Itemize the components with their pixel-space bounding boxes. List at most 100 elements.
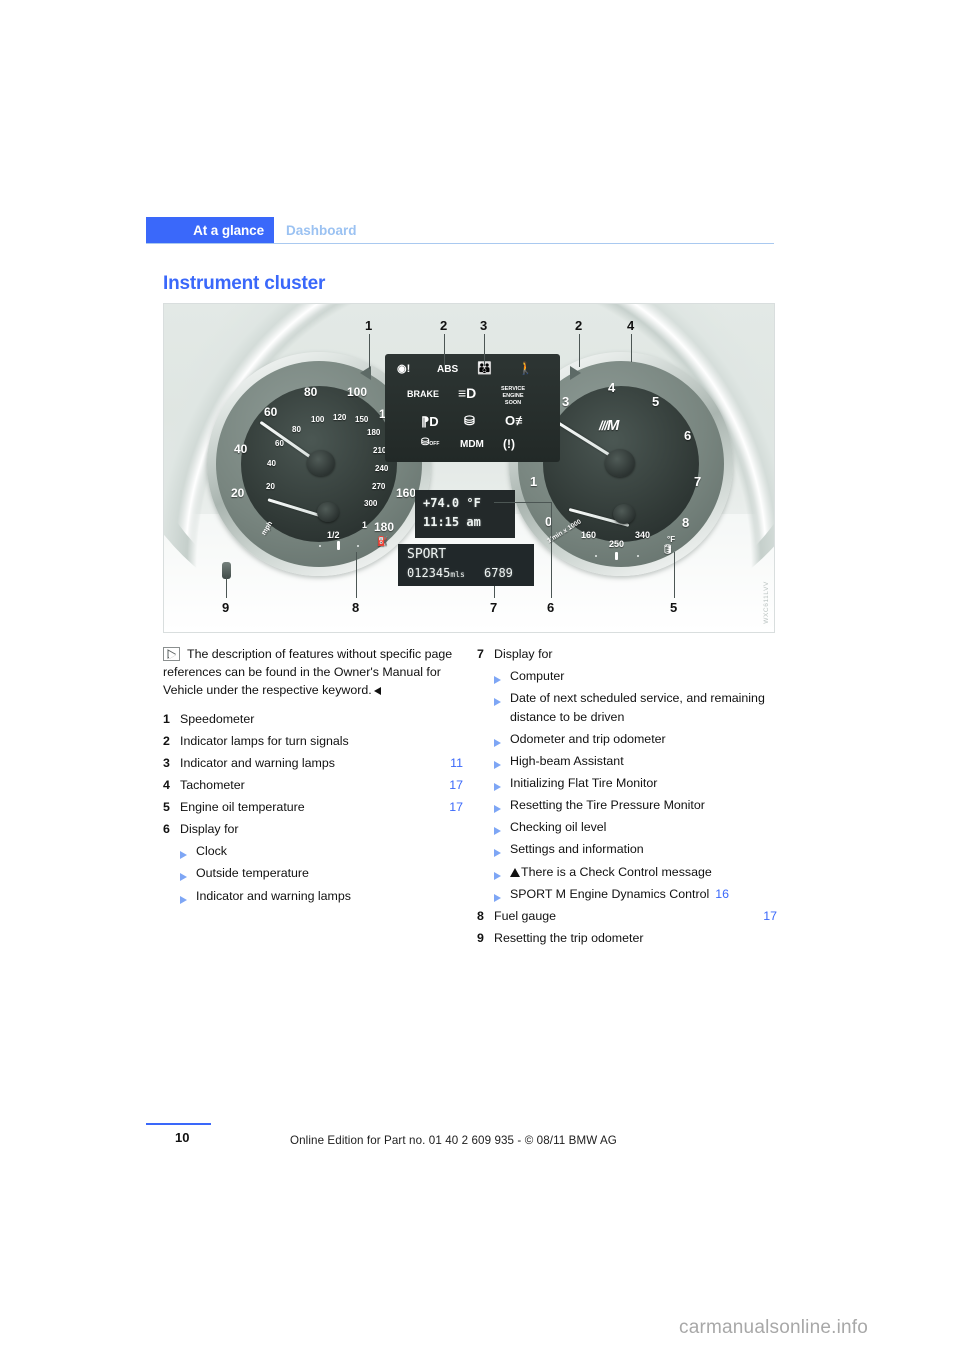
speedo-kmh-270: 270 xyxy=(372,482,386,491)
lamp-failure-icon: О≢ xyxy=(505,413,529,428)
oil-tick-340: 340 xyxy=(635,530,651,540)
footer-divider xyxy=(146,1123,211,1125)
tire-pressure-icon: (!) xyxy=(503,437,515,451)
list-item: 7 Display for xyxy=(477,645,777,664)
item-number: 3 xyxy=(163,755,170,770)
page-number: 10 xyxy=(175,1130,190,1145)
display-mode-odometer: SPORT 012345mls 6789 xyxy=(398,544,534,586)
oil-minor-dot-right xyxy=(637,555,639,557)
check-control-warning-icon xyxy=(510,867,520,877)
callout-number-9: 9 xyxy=(222,600,230,615)
item-label: Resetting the trip odometer xyxy=(494,930,644,945)
triangle-bullet-icon xyxy=(180,846,196,865)
right-content-column: 7 Display for Computer Date of next sche… xyxy=(477,645,777,951)
odometer-value: 012345mls xyxy=(407,566,465,580)
sub-list-item: High-beam Assistant xyxy=(494,752,777,771)
callout-line-7 xyxy=(494,586,496,598)
speedo-tick-60: 60 xyxy=(264,405,278,419)
sub-list-item: Indicator and warning lamps xyxy=(180,887,463,906)
triangle-bullet-icon xyxy=(494,889,510,908)
speedo-tick-20: 20 xyxy=(231,486,245,500)
speedo-kmh-300: 300 xyxy=(364,499,378,508)
speedometer-hub xyxy=(307,450,335,476)
item-number: 2 xyxy=(163,733,170,748)
item-label: Display for xyxy=(180,822,239,837)
triangle-bullet-icon xyxy=(494,822,510,841)
list-item: 5 Engine oil temperature 17 xyxy=(163,798,463,817)
brake-lamp: BRAKE xyxy=(407,389,440,399)
item-label: Fuel gauge xyxy=(494,908,557,923)
indicator-warning-lamp-panel: ◉! ABS 👪 🚶 BRAKE ≡D SERVICE ENGINE SOON ⁋D… xyxy=(385,354,560,462)
speedo-kmh-20: 20 xyxy=(266,482,275,491)
triangle-bullet-icon xyxy=(494,778,510,797)
dsc-icon: ⛁ xyxy=(464,413,475,428)
brake-warning-icon: ◉! xyxy=(397,363,411,375)
list-item: 1 Speedometer xyxy=(163,710,463,729)
tachometer-hub xyxy=(605,449,635,477)
sub-item-label: Outside temperature xyxy=(196,866,309,881)
triangle-bullet-icon xyxy=(494,867,510,886)
sub-list-item: Initializing Flat Tire Monitor xyxy=(494,774,777,793)
mdm-lamp: MDM xyxy=(460,439,484,450)
speedo-kmh-100: 100 xyxy=(311,415,325,424)
page-reference[interactable]: 17 xyxy=(763,907,777,926)
sub-item-label: SPORT M Engine Dynamics Control 16 xyxy=(510,885,777,904)
callout-line-9 xyxy=(226,576,228,598)
sub-list-item: Outside temperature xyxy=(180,864,463,883)
callout-line-5 xyxy=(674,552,676,598)
tach-tick-4: 4 xyxy=(608,380,616,395)
sub-item-text: SPORT M Engine Dynamics Control xyxy=(510,886,710,901)
item-number: 8 xyxy=(477,908,484,923)
item-number: 9 xyxy=(477,930,484,945)
sub-item-label: Resetting the Tire Pressure Monitor xyxy=(510,798,705,813)
callout-number-4: 4 xyxy=(627,318,635,333)
sub-item-label: High-beam Assistant xyxy=(510,754,624,769)
sub-item-label: Odometer and trip odometer xyxy=(510,731,666,746)
sub-list-item: Computer xyxy=(494,667,777,686)
seatbelt-icon: 🚶 xyxy=(518,361,533,375)
tach-tick-8: 8 xyxy=(682,515,690,530)
triangle-bullet-icon xyxy=(180,868,196,887)
callout-line-8 xyxy=(356,552,358,598)
page-reference[interactable]: 11 xyxy=(450,754,463,773)
item-label: Engine oil temperature xyxy=(180,800,305,815)
item-label: Speedometer xyxy=(180,711,255,726)
callout-number-8: 8 xyxy=(352,600,360,615)
fuel-gauge-hub xyxy=(317,502,339,522)
tach-tick-1: 1 xyxy=(530,474,538,489)
fuel-minor-dot-left xyxy=(319,545,321,547)
header-tab-dashboard: Dashboard xyxy=(286,222,357,238)
speedo-kmh-180: 180 xyxy=(367,428,381,437)
note-text: The description of features without spec… xyxy=(163,647,453,698)
sport-mode-value: SPORT xyxy=(407,547,447,562)
callout-number-2-left: 2 xyxy=(440,318,448,333)
header-tab-at-a-glance: At a glance xyxy=(146,217,274,243)
item-label: Tachometer xyxy=(180,778,245,793)
speedo-kmh-80: 80 xyxy=(292,425,301,434)
triangle-bullet-icon xyxy=(180,891,196,910)
page-reference[interactable]: 17 xyxy=(449,798,463,817)
speedo-kmh-150: 150 xyxy=(355,415,369,424)
page-reference[interactable]: 16 xyxy=(715,887,729,901)
m-badge-icon: ///M xyxy=(599,417,619,434)
speedo-tick-100: 100 xyxy=(347,385,368,399)
trip-odometer-value: 6789 xyxy=(484,566,513,580)
site-watermark: carmanualsonline.info xyxy=(679,1317,869,1338)
list-item: 4 Tachometer 17 xyxy=(163,776,463,795)
triangle-bullet-icon xyxy=(494,800,510,819)
callout-number-2-right: 2 xyxy=(575,318,583,333)
sub-item-label: Checking oil level xyxy=(510,820,607,835)
item-label: Display for xyxy=(494,647,553,661)
sub-list-item: Date of next scheduled service, and rema… xyxy=(494,689,777,726)
callout-line-6 xyxy=(551,502,553,598)
clock-value: 11:15 am xyxy=(423,515,481,529)
callout-number-6: 6 xyxy=(547,600,555,615)
callout-number-3: 3 xyxy=(480,318,488,333)
triangle-bullet-icon xyxy=(494,693,510,712)
sub-item-label: Clock xyxy=(196,844,227,859)
page-reference[interactable]: 17 xyxy=(449,776,463,795)
oil-unit-fahrenheit: °F xyxy=(667,535,676,544)
footer-edition-text: Online Edition for Part no. 01 40 2 609 … xyxy=(290,1134,617,1147)
list-item: 9 Resetting the trip odometer xyxy=(477,929,777,948)
callout-line-2a xyxy=(444,334,446,367)
